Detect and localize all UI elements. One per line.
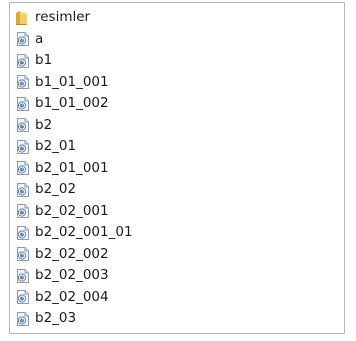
image-file-icon bbox=[15, 203, 31, 219]
file-item[interactable]: b2 bbox=[10, 115, 344, 137]
image-file-icon bbox=[15, 246, 31, 262]
file-label: b1_01_001 bbox=[35, 73, 109, 90]
file-label: a bbox=[35, 30, 44, 47]
files-container: a b1 b1_01_001 b1_01_002 b2 b2_01 b2_01_001 b2_… bbox=[10, 29, 344, 330]
file-item[interactable]: b2_01_001 bbox=[10, 158, 344, 180]
file-label: b2_02 bbox=[35, 181, 77, 197]
file-label: b2_01_001 bbox=[35, 159, 109, 176]
file-item[interactable]: b2_01 bbox=[10, 136, 344, 158]
file-label: b2_01 bbox=[35, 138, 77, 154]
file-item[interactable]: b2_02_004 bbox=[10, 287, 344, 309]
file-list: resimler a b1 b1_01_001 b1_01_002 b2 b2_01 b2_… bbox=[10, 7, 344, 330]
image-file-icon bbox=[15, 31, 31, 47]
file-item[interactable]: b1 bbox=[10, 50, 344, 72]
file-list-panel: resimler a b1 b1_01_001 b1_01_002 b2 b2_01 b2_… bbox=[9, 2, 345, 334]
file-item[interactable]: a bbox=[10, 29, 344, 51]
image-file-icon bbox=[15, 225, 31, 241]
file-item[interactable]: b2_02 bbox=[10, 179, 344, 201]
image-file-icon bbox=[15, 96, 31, 112]
file-item[interactable]: b1_01_002 bbox=[10, 93, 344, 115]
file-item[interactable]: b1_01_001 bbox=[10, 72, 344, 94]
file-label: b2_02_001 bbox=[35, 202, 109, 219]
image-file-icon bbox=[15, 139, 31, 155]
file-label: b2 bbox=[35, 116, 53, 133]
file-item[interactable]: b2_02_001_01 bbox=[10, 222, 344, 244]
file-item[interactable]: b2_02_003 bbox=[10, 265, 344, 287]
file-item[interactable]: b2_03 bbox=[10, 308, 344, 330]
image-file-icon bbox=[15, 289, 31, 305]
file-label: b2_03 bbox=[35, 310, 77, 326]
image-file-icon bbox=[15, 74, 31, 90]
image-file-icon bbox=[15, 160, 31, 176]
file-label: b2_02_004 bbox=[35, 288, 109, 305]
file-label: b1 bbox=[35, 52, 53, 68]
folder-item-resimler[interactable]: resimler bbox=[10, 7, 344, 29]
file-label: b2_02_003 bbox=[35, 267, 109, 283]
folder-icon bbox=[15, 10, 28, 26]
image-file-icon bbox=[15, 53, 31, 69]
image-file-icon bbox=[15, 117, 31, 133]
file-item[interactable]: b2_02_002 bbox=[10, 244, 344, 266]
file-item[interactable]: b2_02_001 bbox=[10, 201, 344, 223]
file-label: b2_02_002 bbox=[35, 245, 109, 262]
file-label: b2_02_001_01 bbox=[35, 224, 133, 240]
image-file-icon bbox=[15, 268, 31, 284]
folder-label: resimler bbox=[35, 9, 91, 25]
file-label: b1_01_002 bbox=[35, 95, 109, 111]
image-file-icon bbox=[15, 182, 31, 198]
image-file-icon bbox=[15, 311, 31, 327]
